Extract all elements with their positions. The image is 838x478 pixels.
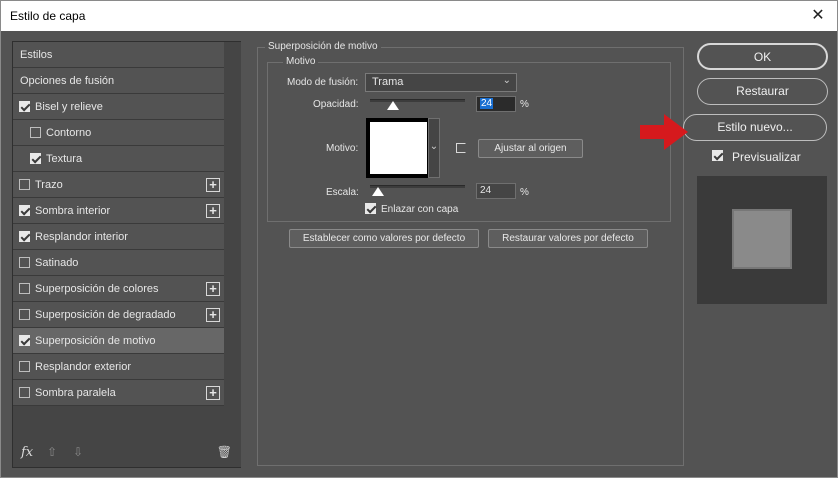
style-item[interactable]: Superposición de motivo: [13, 328, 224, 354]
style-item[interactable]: Textura: [13, 146, 224, 172]
styles-header[interactable]: Estilos: [13, 42, 224, 68]
style-item-label: Superposición de colores: [35, 283, 159, 295]
blend-mode-select[interactable]: Trama ⌄: [365, 73, 517, 92]
style-item[interactable]: Satinado: [13, 250, 224, 276]
style-item[interactable]: Trazo +: [13, 172, 224, 198]
style-item-label: Contorno: [46, 127, 92, 139]
motivo-group-title: Motivo: [283, 56, 319, 67]
new-preset-icon[interactable]: [456, 143, 466, 153]
window-title: Estilo de capa: [10, 9, 86, 23]
opacity-input[interactable]: 24: [476, 96, 516, 112]
style-item-label: Sombra paralela: [35, 387, 116, 399]
scrollbar[interactable]: [224, 42, 241, 467]
style-item[interactable]: Bisel y relieve: [13, 94, 224, 120]
preview-checkbox[interactable]: [712, 150, 723, 161]
style-preview: [697, 176, 827, 304]
style-item-label: Trazo: [35, 179, 63, 191]
pattern-picker-chevron-icon[interactable]: ⌄: [428, 118, 440, 178]
opacity-unit: %: [520, 99, 529, 110]
style-item[interactable]: Resplandor exterior: [13, 354, 224, 380]
link-with-layer-label: Enlazar con capa: [381, 204, 459, 215]
red-arrow-icon: [640, 114, 688, 150]
style-item-checkbox[interactable]: [19, 335, 30, 346]
opacity-slider-thumb[interactable]: [386, 101, 399, 110]
style-item-checkbox[interactable]: [19, 309, 30, 320]
add-icon[interactable]: +: [206, 308, 220, 322]
style-item[interactable]: Opciones de fusión: [13, 68, 224, 94]
style-item-label: Superposición de motivo: [35, 335, 156, 347]
preview-label: Previsualizar: [732, 150, 801, 164]
move-up-icon[interactable]: ⇧: [47, 445, 57, 459]
style-item-checkbox[interactable]: [19, 361, 30, 372]
style-item-label: Satinado: [35, 257, 79, 269]
styles-toolbar: fx ⇧ ⇩ 🗑: [13, 439, 240, 467]
style-item-checkbox[interactable]: [19, 257, 30, 268]
opacity-value: 24: [480, 98, 494, 109]
style-item[interactable]: Sombra paralela +: [13, 380, 224, 406]
style-item-checkbox[interactable]: [19, 205, 30, 216]
close-icon[interactable]: ✕: [807, 5, 829, 27]
scale-input[interactable]: 24: [476, 183, 516, 199]
styles-list: Estilos Opciones de fusión Bisel y reliev…: [12, 41, 241, 468]
style-item[interactable]: Sombra interior +: [13, 198, 224, 224]
restore-button[interactable]: Restaurar: [697, 78, 828, 105]
section-title: Superposición de motivo: [265, 41, 381, 52]
styles-header-label: Estilos: [20, 49, 53, 61]
style-item-checkbox[interactable]: [19, 179, 30, 190]
pattern-label: Motivo:: [326, 143, 359, 154]
style-item[interactable]: Superposición de colores +: [13, 276, 224, 302]
add-icon[interactable]: +: [206, 204, 220, 218]
scale-slider[interactable]: [370, 185, 465, 188]
style-item-label: Sombra interior: [35, 205, 111, 217]
chevron-down-icon: ⌄: [502, 75, 511, 86]
style-item-label: Bisel y relieve: [35, 101, 103, 113]
style-item-checkbox[interactable]: [19, 101, 30, 112]
style-item-checkbox[interactable]: [30, 153, 41, 164]
opacity-slider[interactable]: [370, 99, 465, 102]
style-item[interactable]: Resplandor interior: [13, 224, 224, 250]
move-down-icon[interactable]: ⇩: [73, 445, 83, 459]
add-icon[interactable]: +: [206, 282, 220, 296]
style-item-label: Opciones de fusión: [20, 75, 115, 87]
add-icon[interactable]: +: [206, 178, 220, 192]
style-item-label: Resplandor exterior: [35, 361, 131, 373]
opacity-label: Opacidad:: [313, 99, 359, 110]
title-bar: Estilo de capa ✕: [0, 0, 838, 31]
scale-label: Escala:: [326, 187, 359, 198]
style-item-label: Superposición de degradado: [35, 309, 176, 321]
style-item[interactable]: Contorno: [13, 120, 224, 146]
blend-mode-value: Trama: [372, 76, 404, 88]
ok-button[interactable]: OK: [697, 43, 828, 70]
new-style-button[interactable]: Estilo nuevo...: [683, 114, 827, 141]
style-item-label: Textura: [46, 153, 83, 165]
style-item-label: Resplandor interior: [35, 231, 128, 243]
style-item-checkbox[interactable]: [19, 387, 30, 398]
scale-slider-thumb[interactable]: [371, 187, 384, 196]
preview-thumbnail: [732, 209, 792, 269]
trash-icon[interactable]: 🗑: [217, 445, 232, 459]
style-item[interactable]: Superposición de degradado +: [13, 302, 224, 328]
style-item-checkbox[interactable]: [19, 231, 30, 242]
add-icon[interactable]: +: [206, 386, 220, 400]
link-with-layer-checkbox[interactable]: [365, 203, 376, 214]
blend-mode-label: Modo de fusión:: [287, 77, 359, 88]
scale-unit: %: [520, 187, 529, 198]
snap-to-origin-button[interactable]: Ajustar al origen: [478, 139, 583, 158]
set-default-button[interactable]: Establecer como valores por defecto: [289, 229, 479, 248]
reset-default-button[interactable]: Restaurar valores por defecto: [488, 229, 648, 248]
fx-icon[interactable]: fx: [21, 445, 33, 460]
style-item-checkbox[interactable]: [19, 283, 30, 294]
style-item-checkbox[interactable]: [30, 127, 41, 138]
